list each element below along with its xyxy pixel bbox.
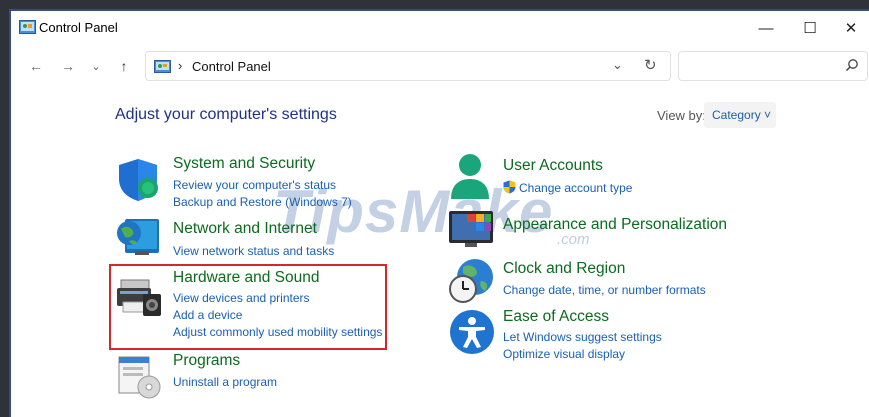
close-icon: ✕ [844, 20, 858, 37]
link-optimize-visual-display[interactable]: Optimize visual display [503, 347, 625, 361]
minimize-icon: — [758, 19, 774, 37]
maximize-icon: ☐ [803, 20, 817, 37]
category-user-accounts[interactable]: User Accounts [503, 157, 603, 175]
link-let-windows-suggest-settings[interactable]: Let Windows suggest settings [503, 330, 662, 344]
link-view-network-status[interactable]: View network status and tasks [173, 244, 334, 258]
user-accounts-icon[interactable] [447, 153, 493, 201]
window-title: Control Panel [39, 20, 118, 35]
view-by-value: Category ˅ [712, 108, 772, 122]
search-input[interactable] [678, 51, 868, 81]
category-network-and-internet[interactable]: Network and Internet [173, 220, 317, 238]
category-programs[interactable]: Programs [173, 352, 240, 370]
search-icon[interactable] [845, 58, 859, 72]
link-change-date-time-formats[interactable]: Change date, time, or number formats [503, 283, 706, 297]
link-view-devices-and-printers[interactable]: View devices and printers [173, 291, 310, 305]
category-hardware-and-sound[interactable]: Hardware and Sound [173, 269, 320, 287]
forward-button[interactable]: → [57, 55, 79, 77]
shield-icon[interactable] [115, 157, 161, 203]
address-bar[interactable]: › Control Panel ⌄ ↻ [145, 51, 671, 81]
control-panel-icon [19, 20, 36, 34]
network-globe-icon[interactable] [115, 217, 161, 257]
appearance-icon[interactable] [449, 209, 497, 249]
printer-speaker-icon[interactable] [117, 276, 163, 318]
breadcrumb-control-panel[interactable]: Control Panel [192, 59, 271, 74]
view-by-label: View by: [657, 108, 706, 123]
accessibility-icon[interactable] [449, 309, 495, 355]
link-change-account-type[interactable]: Change account type [519, 181, 632, 195]
category-system-and-security[interactable]: System and Security [173, 155, 315, 173]
minimize-button[interactable]: — [744, 15, 788, 41]
address-dropdown-icon[interactable]: ⌄ [612, 57, 623, 73]
up-button[interactable]: ↑ [113, 55, 135, 77]
recent-locations-button[interactable]: ⌄ [85, 55, 107, 77]
clock-globe-icon[interactable] [447, 257, 495, 303]
control-panel-icon [154, 60, 171, 73]
up-arrow-icon: ↑ [120, 58, 128, 74]
link-adjust-mobility-settings[interactable]: Adjust commonly used mobility settings [173, 325, 382, 339]
uac-shield-icon [503, 180, 516, 194]
chevron-down-icon: ⌄ [91, 60, 101, 73]
category-ease-of-access[interactable]: Ease of Access [503, 308, 609, 326]
link-uninstall-a-program[interactable]: Uninstall a program [173, 375, 277, 389]
breadcrumb-separator: › [178, 58, 183, 73]
maximize-button[interactable]: ☐ [788, 15, 832, 41]
category-clock-and-region[interactable]: Clock and Region [503, 260, 625, 278]
link-backup-and-restore[interactable]: Backup and Restore (Windows 7) [173, 195, 352, 209]
close-button[interactable]: ✕ [833, 15, 869, 41]
back-button[interactable]: ← [25, 55, 47, 77]
page-title: Adjust your computer's settings [115, 106, 337, 123]
programs-icon[interactable] [117, 355, 161, 399]
forward-arrow-icon: → [61, 58, 75, 74]
navigation-bar: ← → ⌄ ↑ › Control Panel ⌄ ↻ [11, 49, 869, 83]
category-appearance-and-personalization[interactable]: Appearance and Personalization [503, 216, 727, 234]
control-panel-window: Control Panel — ☐ ✕ ← → ⌄ ↑ › Control Pa… [9, 9, 869, 417]
title-bar: Control Panel — ☐ ✕ [11, 11, 869, 45]
view-by-dropdown[interactable]: Category ˅ [704, 102, 776, 128]
link-add-a-device[interactable]: Add a device [173, 308, 242, 322]
back-arrow-icon: ← [29, 58, 43, 74]
refresh-icon[interactable]: ↻ [644, 56, 657, 74]
link-review-computer-status[interactable]: Review your computer's status [173, 178, 336, 192]
